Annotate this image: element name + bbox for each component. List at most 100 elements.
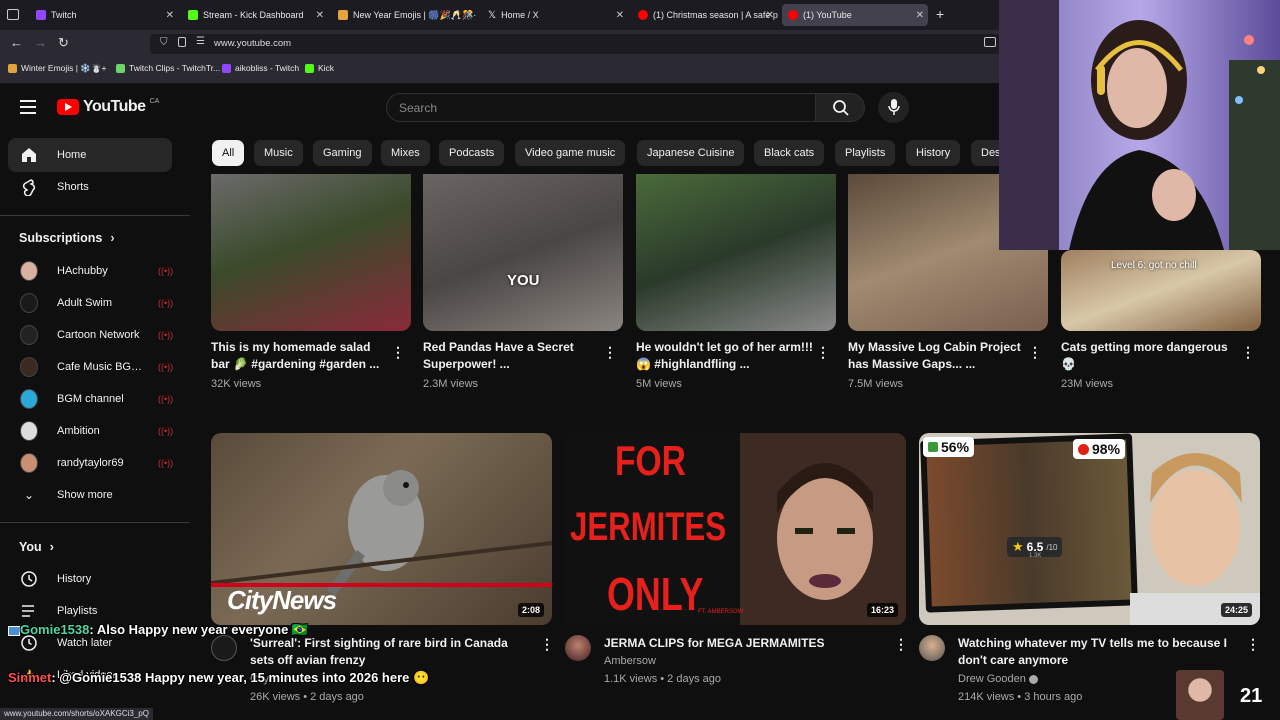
video-meta: 1.1K views • 2 days ago <box>604 673 721 685</box>
channel-avatar-citynews[interactable] <box>211 635 237 661</box>
chevron-right-icon: › <box>110 231 115 245</box>
subscription-item[interactable]: HAchubby ((•)) <box>8 254 173 288</box>
shield-icon[interactable]: ⛉ <box>160 37 168 48</box>
channel-avatar-drew-gooden[interactable] <box>919 635 945 661</box>
shorts-title[interactable]: He wouldn't let go of her arm!!! 😱 #high… <box>636 339 814 373</box>
more-actions-icon[interactable]: ⋮ <box>816 344 830 360</box>
tab-list-icon[interactable] <box>7 9 19 20</box>
twitch-icon <box>222 63 231 73</box>
channel-avatar <box>20 293 38 313</box>
shorts-title[interactable]: Cats getting more dangerous 💀 <box>1061 339 1239 373</box>
thumbnail-text: JERMITES <box>570 505 727 549</box>
thumbnail-text: FOR <box>615 437 686 484</box>
sidebar-item-home[interactable]: Home <box>8 138 172 172</box>
viewer-avatar <box>1176 670 1224 720</box>
channel-avatar <box>20 421 38 441</box>
forward-icon[interactable]: → <box>34 35 47 50</box>
bookmark-aikobliss[interactable]: aikobliss - Twitch <box>222 63 299 73</box>
filter-chip[interactable]: Playlists <box>835 140 896 166</box>
subscription-item[interactable]: Adult Swim ((•)) <box>8 286 174 320</box>
channel-avatar-ambersow[interactable] <box>565 635 591 661</box>
more-actions-icon[interactable]: ⋮ <box>1241 344 1255 360</box>
sidebar-divider <box>0 215 190 216</box>
filter-chip[interactable]: All <box>212 140 245 166</box>
browser-tab-kick[interactable]: Stream - Kick Dashboard ✕ <box>182 4 328 26</box>
new-tab-icon[interactable]: + <box>936 6 944 22</box>
subscription-item[interactable]: Ambition ((•)) <box>8 414 173 448</box>
shorts-views: 7.5M views <box>848 378 904 390</box>
more-actions-icon[interactable]: ⋮ <box>603 344 617 360</box>
subscription-item[interactable]: BGM channel ((•)) <box>8 382 173 416</box>
video-thumbnail-jerma[interactable]: FOR JERMITES ONLY FT. AMBERSOW 16:23 <box>565 433 906 625</box>
chat-message: Sinmet: @Gomie1538 Happy new year, 15 mi… <box>8 670 430 685</box>
sidebar-item-history[interactable]: History <box>8 562 172 596</box>
channel-name[interactable]: Ambersow <box>604 655 656 667</box>
shorts-title[interactable]: This is my homemade salad bar 🥬 #gardeni… <box>211 339 389 373</box>
show-more-button[interactable]: ⌄ Show more <box>8 478 172 512</box>
close-tab-icon[interactable]: ✕ <box>466 10 474 21</box>
browser-tab-emojis[interactable]: New Year Emojis | 🎆🎉🥂🎊· ✕ <box>332 4 478 26</box>
shorts-thumbnail[interactable]: YOU <box>423 174 623 331</box>
url-text: www.youtube.com <box>214 38 292 49</box>
close-tab-icon[interactable]: ✕ <box>616 10 624 21</box>
address-bar[interactable]: ⛉ ☰ www.youtube.com <box>150 34 1000 54</box>
video-thumbnail-bird[interactable]: CityNews 2:08 <box>211 433 552 625</box>
star-icon: ★ <box>1012 539 1024 554</box>
video-title[interactable]: 'Surreal': First sighting of rare bird i… <box>250 635 535 671</box>
close-tab-icon[interactable]: ✕ <box>916 10 924 21</box>
browser-tab-christmas[interactable]: (1) Christmas season | A safe pla ✕ <box>632 4 778 26</box>
video-title[interactable]: Watching whatever my TV tells me to beca… <box>958 635 1238 671</box>
close-tab-icon[interactable]: ✕ <box>316 10 324 21</box>
more-actions-icon[interactable]: ⋮ <box>540 636 554 652</box>
youtube-logo[interactable]: YouTube CA <box>57 98 159 116</box>
close-tab-icon[interactable]: ✕ <box>166 10 174 21</box>
live-icon: ((•)) <box>158 298 174 308</box>
channel-avatar <box>20 357 38 377</box>
shorts-title[interactable]: Red Pandas Have a Secret Superpower! ... <box>423 339 601 373</box>
channel-name[interactable]: Drew Gooden <box>958 673 1038 685</box>
filter-chip[interactable]: Gaming <box>313 140 372 166</box>
shorts-thumbnail[interactable] <box>636 174 836 331</box>
shorts-title[interactable]: My Massive Log Cabin Project has Massive… <box>848 339 1026 373</box>
sidebar-item-shorts[interactable]: Shorts <box>8 170 172 204</box>
close-tab-icon[interactable]: ✕ <box>766 10 774 21</box>
more-actions-icon[interactable]: ⋮ <box>894 636 908 652</box>
browser-tab-youtube[interactable]: (1) YouTube ✕ <box>782 4 928 26</box>
filter-chip[interactable]: Japanese Cuisine <box>637 140 745 166</box>
voice-search-button[interactable] <box>878 92 909 123</box>
bookmark-winter-emojis[interactable]: Winter Emojis | ❄️☃️+ <box>8 63 107 74</box>
subscription-item[interactable]: Cafe Music BGM... ((•)) <box>8 350 174 384</box>
subscription-item[interactable]: Cartoon Network ((•)) <box>8 318 173 352</box>
channel-avatar <box>20 261 38 281</box>
subscription-item[interactable]: randytaylor69 ((•)) <box>8 446 173 480</box>
shorts-thumbnail[interactable]: Level 6: got no chill <box>1061 250 1261 331</box>
filter-chip[interactable]: Music <box>254 140 303 166</box>
more-actions-icon[interactable]: ⋮ <box>391 344 405 360</box>
reload-icon[interactable]: ↻ <box>58 35 69 51</box>
bookmark-kick[interactable]: Kick <box>305 63 334 73</box>
video-title[interactable]: JERMA CLIPS for MEGA JERMAMITES <box>604 635 889 653</box>
video-thumbnail-drew[interactable]: 56% 98% ★ 6.5 /10 1.3K 24:25 <box>919 433 1260 625</box>
filter-chip[interactable]: Podcasts <box>439 140 505 166</box>
browser-tab-x[interactable]: 𝕏 Home / X ✕ <box>482 4 628 26</box>
you-header[interactable]: You › <box>19 540 54 554</box>
page-settings-icon[interactable]: ☰ <box>196 36 205 47</box>
filter-chip[interactable]: History <box>906 140 961 166</box>
reader-view-icon[interactable] <box>984 37 996 47</box>
live-icon: ((•)) <box>158 362 174 372</box>
filter-chip[interactable]: Video game music <box>515 140 626 166</box>
subscriptions-header[interactable]: Subscriptions › <box>19 231 115 245</box>
filter-chip[interactable]: Mixes <box>381 140 430 166</box>
shorts-views: 2.3M views <box>423 378 479 390</box>
shorts-thumbnail[interactable] <box>211 174 411 331</box>
more-actions-icon[interactable]: ⋮ <box>1028 344 1042 360</box>
search-button[interactable] <box>815 93 865 122</box>
browser-tab-twitch[interactable]: Twitch ✕ <box>30 4 178 26</box>
shorts-overlay-text: YOU <box>507 272 540 289</box>
bookmark-twitch-clips[interactable]: Twitch Clips - TwitchTr... <box>116 63 220 73</box>
more-actions-icon[interactable]: ⋮ <box>1246 636 1260 652</box>
menu-icon[interactable] <box>20 100 36 114</box>
back-icon[interactable]: ← <box>10 35 23 50</box>
search-input[interactable]: Search <box>386 93 816 122</box>
filter-chip[interactable]: Black cats <box>754 140 825 166</box>
